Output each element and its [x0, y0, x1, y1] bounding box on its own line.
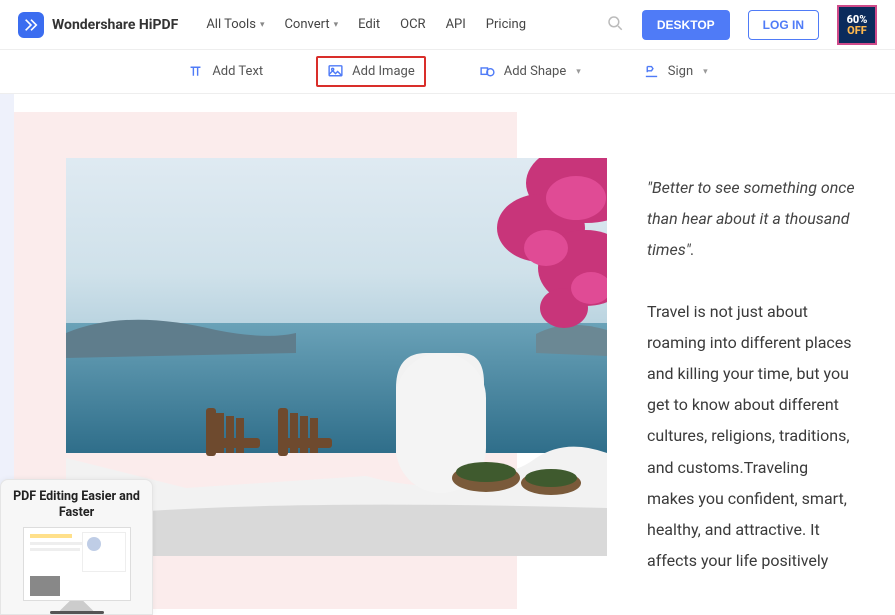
- desktop-button[interactable]: DESKTOP: [642, 10, 730, 40]
- add-shape-tool[interactable]: Add Shape ▾: [470, 58, 590, 85]
- chevron-down-icon: ▾: [703, 67, 708, 77]
- search-icon[interactable]: [606, 14, 624, 36]
- article-text: "Better to see something once than hear …: [647, 112, 857, 615]
- nav-ocr[interactable]: OCR: [400, 17, 425, 32]
- nav-api[interactable]: API: [446, 17, 466, 32]
- floating-promo-title: PDF Editing Easier and Faster: [8, 489, 145, 522]
- sign-icon: [643, 63, 660, 80]
- monitor-icon: [23, 527, 131, 601]
- brand-name: Wondershare HiPDF: [52, 17, 178, 33]
- chevron-down-icon: ▾: [576, 67, 581, 77]
- editor-toolbar: Add Text Add Image Add Shape ▾ Sign ▾: [0, 50, 895, 94]
- shape-icon: [479, 63, 496, 80]
- nav-convert[interactable]: Convert ▾: [284, 17, 338, 32]
- primary-nav: All Tools ▾ Convert ▾ Edit OCR API Prici…: [206, 17, 526, 32]
- add-text-tool[interactable]: Add Text: [178, 58, 272, 85]
- brand-logo[interactable]: Wondershare HiPDF: [18, 12, 178, 38]
- text-icon: [187, 63, 204, 80]
- nav-edit[interactable]: Edit: [358, 17, 380, 32]
- floating-promo-card[interactable]: PDF Editing Easier and Faster: [0, 479, 153, 615]
- nav-all-tools[interactable]: All Tools ▾: [206, 17, 264, 32]
- add-image-tool[interactable]: Add Image: [316, 56, 426, 87]
- brand-mark-icon: [18, 12, 44, 38]
- login-button[interactable]: LOG IN: [748, 10, 819, 40]
- top-nav: Wondershare HiPDF All Tools ▾ Convert ▾ …: [0, 0, 895, 50]
- chevron-down-icon: ▾: [334, 20, 339, 30]
- article-quote: "Better to see something once than hear …: [647, 172, 857, 266]
- sign-tool[interactable]: Sign ▾: [634, 58, 717, 85]
- chevron-down-icon: ▾: [260, 20, 265, 30]
- article-body: Travel is not just about roaming into di…: [647, 296, 857, 577]
- image-icon: [327, 63, 344, 80]
- nav-pricing[interactable]: Pricing: [486, 17, 526, 32]
- discount-badge[interactable]: 60% OFF: [837, 5, 877, 45]
